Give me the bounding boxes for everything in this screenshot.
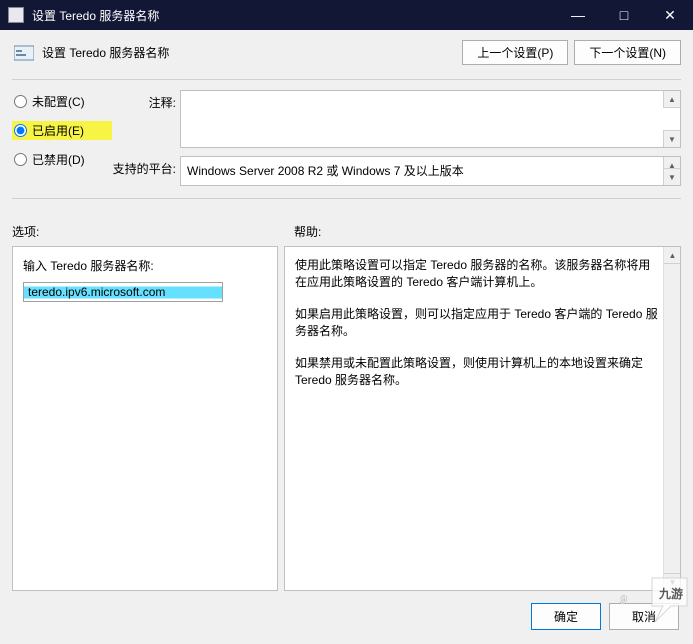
radio-not-configured-input[interactable] [14, 95, 27, 108]
help-p3: 如果禁用或未配置此策略设置，则使用计算机上的本地设置来确定 Teredo 服务器… [295, 355, 658, 390]
radio-enabled[interactable]: 已启用(E) [12, 121, 112, 140]
radio-enabled-input[interactable] [14, 124, 27, 137]
radio-group: 未配置(C) 已启用(E) 已禁用(D) [12, 90, 112, 194]
footer: 确定 取消 [12, 591, 681, 644]
header-row: 设置 Teredo 服务器名称 上一个设置(P) 下一个设置(N) [12, 40, 681, 65]
radio-not-configured[interactable]: 未配置(C) [12, 92, 112, 111]
next-setting-button[interactable]: 下一个设置(N) [574, 40, 681, 65]
page-title: 设置 Teredo 服务器名称 [42, 44, 456, 61]
help-scrollbar[interactable]: ▲ ▼ [663, 247, 680, 590]
right-column: 注释: ▲ ▼ 支持的平台: Windows Server 2008 R2 或 … [112, 90, 681, 194]
panels: 输入 Teredo 服务器名称: 使用此策略设置可以指定 Teredo 服务器的… [12, 246, 681, 591]
comment-scroll-down[interactable]: ▼ [663, 130, 680, 147]
comment-scroll-up[interactable]: ▲ [663, 91, 680, 108]
divider-2 [12, 198, 681, 199]
minimize-button[interactable]: — [555, 0, 601, 30]
radio-disabled-label: 已禁用(D) [32, 151, 85, 168]
comment-label: 注释: [112, 90, 180, 148]
divider [12, 79, 681, 80]
ok-button[interactable]: 确定 [531, 603, 601, 630]
server-name-label: 输入 Teredo 服务器名称: [23, 257, 267, 274]
radio-enabled-label: 已启用(E) [32, 122, 84, 139]
help-text: 使用此策略设置可以指定 Teredo 服务器的名称。该服务器名称将用在应用此策略… [295, 257, 658, 389]
platform-label: 支持的平台: [112, 156, 180, 186]
radio-not-configured-label: 未配置(C) [32, 93, 85, 110]
prev-setting-button[interactable]: 上一个设置(P) [462, 40, 568, 65]
maximize-button[interactable]: □ [601, 0, 647, 30]
config-row: 未配置(C) 已启用(E) 已禁用(D) 注释: ▲ ▼ 支持的平台: [12, 90, 681, 194]
radio-disabled-input[interactable] [14, 153, 27, 166]
window-titlebar: 设置 Teredo 服务器名称 — □ ✕ [0, 0, 693, 30]
help-label: 帮助: [294, 223, 321, 240]
platform-scroll-down[interactable]: ▼ [663, 168, 680, 185]
help-p2: 如果启用此策略设置，则可以指定应用于 Teredo 客户端的 Teredo 服务… [295, 306, 658, 341]
help-scroll-down[interactable]: ▼ [664, 573, 681, 590]
comment-row: 注释: ▲ ▼ [112, 90, 681, 148]
section-labels: 选项: 帮助: [12, 223, 681, 240]
radio-disabled[interactable]: 已禁用(D) [12, 150, 112, 169]
policy-icon [12, 43, 36, 63]
window-title: 设置 Teredo 服务器名称 [32, 7, 555, 24]
close-button[interactable]: ✕ [647, 0, 693, 30]
app-icon [8, 7, 24, 23]
help-panel: 使用此策略设置可以指定 Teredo 服务器的名称。该服务器名称将用在应用此策略… [284, 246, 681, 591]
platform-row: 支持的平台: Windows Server 2008 R2 或 Windows … [112, 156, 681, 186]
options-label: 选项: [12, 223, 294, 240]
cancel-button[interactable]: 取消 [609, 603, 679, 630]
options-panel: 输入 Teredo 服务器名称: [12, 246, 278, 591]
platform-value: Windows Server 2008 R2 或 Windows 7 及以上版本 [187, 164, 464, 178]
content-area: 设置 Teredo 服务器名称 上一个设置(P) 下一个设置(N) 未配置(C)… [0, 30, 693, 644]
help-scroll-up[interactable]: ▲ [664, 247, 681, 264]
comment-textbox[interactable]: ▲ ▼ [180, 90, 681, 148]
server-name-input[interactable] [23, 282, 223, 302]
platform-textbox: Windows Server 2008 R2 或 Windows 7 及以上版本… [180, 156, 681, 186]
help-p1: 使用此策略设置可以指定 Teredo 服务器的名称。该服务器名称将用在应用此策略… [295, 257, 658, 292]
